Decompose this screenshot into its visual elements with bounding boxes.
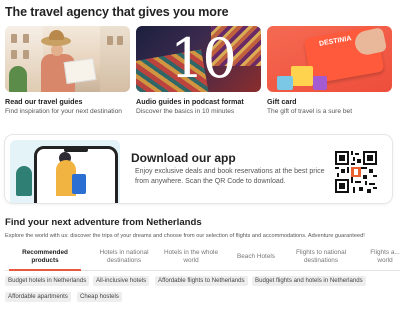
audio-guides-image[interactable]: 10: [136, 26, 261, 92]
product-tabs: Recommended products Hotels in national …: [5, 247, 400, 271]
travel-guides-image[interactable]: [5, 26, 130, 92]
gift-card-card[interactable]: DESTINIA Gift card The gift of travel is…: [267, 26, 392, 115]
tab-beach-hotels[interactable]: Beach Hotels: [231, 253, 281, 261]
explore-title: Find your next adventure from Netherland…: [5, 217, 202, 228]
audio-guides-card[interactable]: 10 Audio guides in podcast format Discov…: [136, 26, 261, 115]
audio-guides-title[interactable]: Audio guides in podcast format: [136, 97, 261, 106]
gift-card-image[interactable]: DESTINIA: [267, 26, 392, 92]
active-tab-indicator: [9, 269, 81, 271]
audio-guides-desc: Discover the basics in 10 minutes: [136, 108, 235, 115]
gift-card-title[interactable]: Gift card: [267, 97, 392, 106]
qr-code-icon[interactable]: [335, 151, 377, 193]
explore-desc: Explore the world with us: discover the …: [5, 233, 365, 239]
app-banner-title: Download our app: [131, 151, 236, 165]
tab-flights-national[interactable]: Flights to national destinations: [289, 249, 353, 265]
tab-hotels-national[interactable]: Hotels in national destinations: [91, 249, 157, 265]
app-download-banner: Download our app Enjoy exclusive deals a…: [5, 135, 392, 203]
chip-affordable-flights[interactable]: Affordable flights to Netherlands: [155, 276, 248, 286]
tab-flights-world[interactable]: Flights a... world: [365, 249, 400, 265]
app-banner-desc: Enjoy exclusive deals and book reservati…: [135, 168, 325, 185]
chip-budget-flights-hotels[interactable]: Budget flights and hotels in Netherlands: [252, 276, 366, 286]
tab-recommended-products[interactable]: Recommended products: [9, 249, 81, 265]
chip-budget-hotels[interactable]: Budget hotels in Netherlands: [5, 276, 90, 286]
chip-affordable-apartments[interactable]: Affordable apartments: [5, 292, 71, 302]
app-illustration: [10, 140, 120, 203]
chip-cheap-hostels[interactable]: Cheap hostels: [77, 292, 122, 302]
travel-guides-desc: Find inspiration for your next destinati…: [5, 108, 122, 115]
travel-guides-title[interactable]: Read our travel guides: [5, 97, 130, 106]
page-title: The travel agency that gives you more: [5, 5, 229, 19]
travel-guides-card[interactable]: Read our travel guides Find inspiration …: [5, 26, 130, 115]
gift-card-desc: The gift of travel is a sure bet: [267, 108, 353, 115]
audio-guides-logo: 10: [170, 27, 237, 90]
chip-all-inclusive[interactable]: All-inclusive hotels: [93, 276, 150, 286]
tab-hotels-world[interactable]: Hotels in the whole world: [163, 249, 219, 265]
